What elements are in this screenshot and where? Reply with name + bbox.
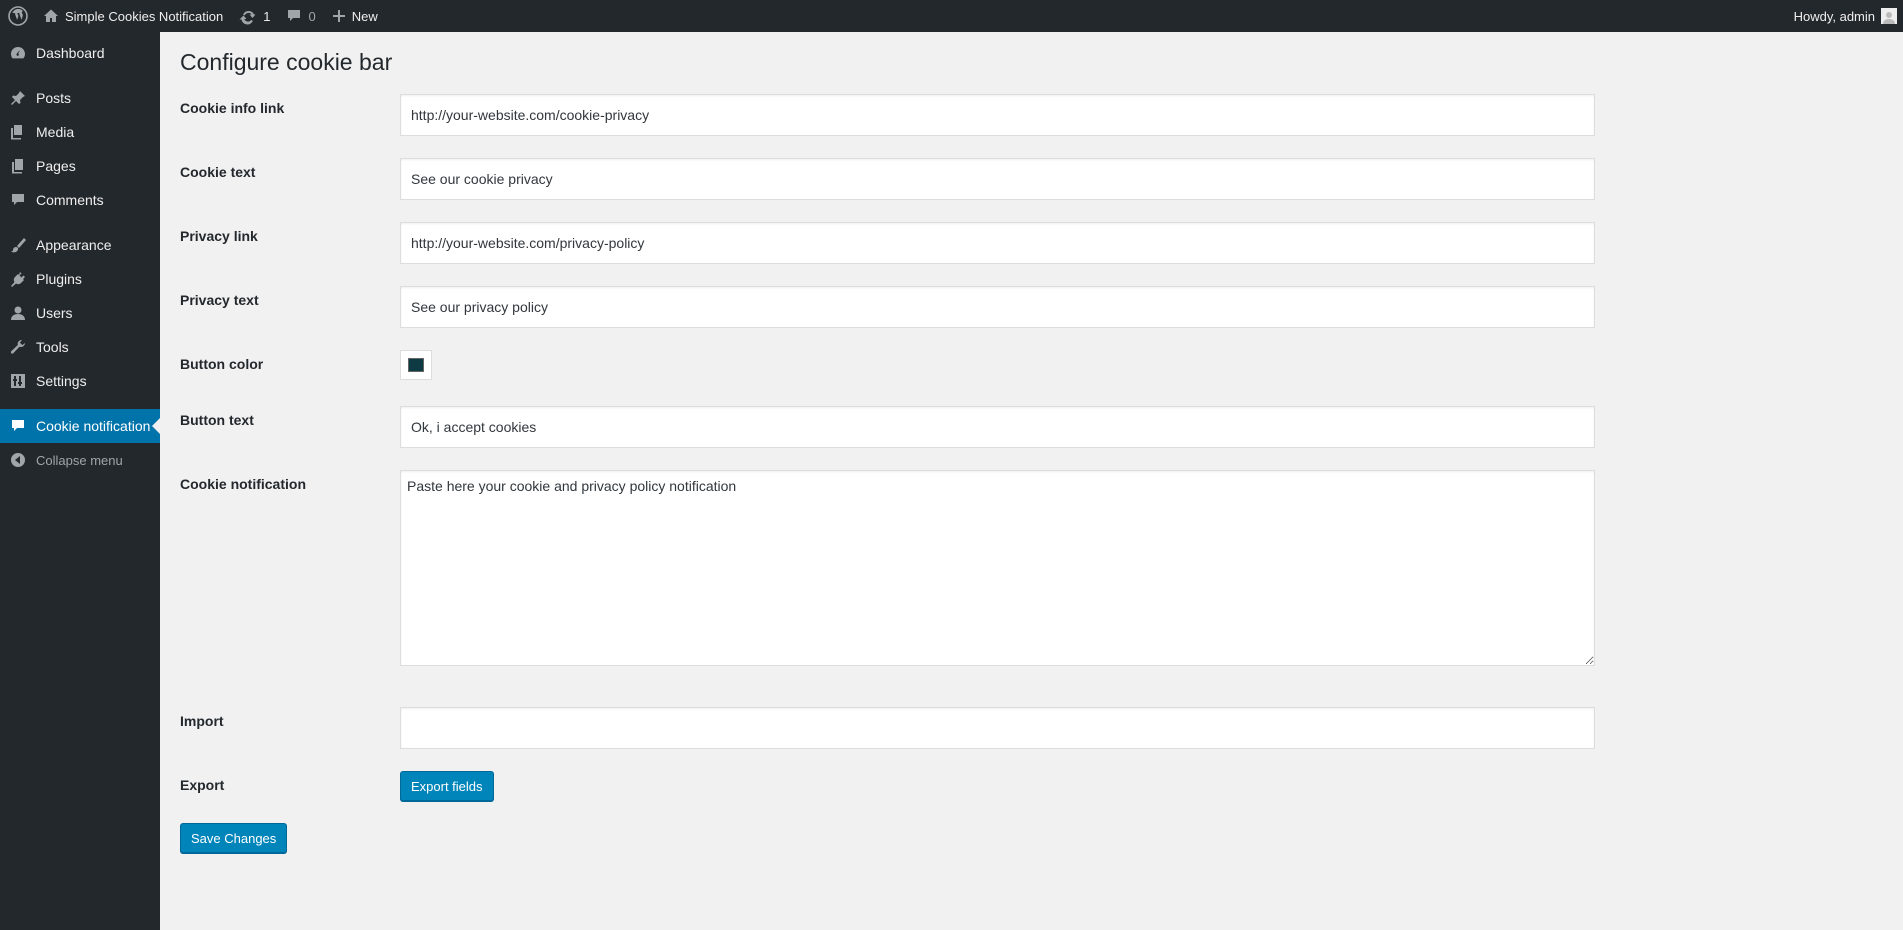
admin-menu: Dashboard Posts Media Pages Comments App… <box>0 32 160 930</box>
sidebar-item-label: Media <box>36 124 75 140</box>
form-row-privacy-link: Privacy link <box>180 214 1600 278</box>
sidebar-item-plugins[interactable]: Plugins <box>0 262 160 296</box>
howdy-text: Howdy, admin <box>1793 8 1875 24</box>
form-row-button-text: Button text <box>180 398 1600 462</box>
sidebar-item-label: Pages <box>36 158 76 174</box>
sidebar-item-cookie-notification[interactable]: Cookie notification <box>0 409 160 443</box>
cookie-notification-label: Cookie notification <box>180 476 306 492</box>
privacy-link-label: Privacy link <box>180 228 258 244</box>
new-label: New <box>351 8 378 24</box>
form-row-cookie-text: Cookie text <box>180 150 1600 214</box>
sidebar-item-label: Dashboard <box>36 45 105 61</box>
form-row-privacy-text: Privacy text <box>180 278 1600 342</box>
sidebar-item-label: Appearance <box>36 237 112 253</box>
color-swatch <box>408 358 424 372</box>
export-fields-button[interactable]: Export fields <box>400 771 494 801</box>
new-content-link[interactable]: New <box>324 0 386 32</box>
cookie-info-link-input[interactable] <box>400 94 1595 136</box>
brush-icon <box>10 237 26 253</box>
sidebar-item-dashboard[interactable]: Dashboard <box>0 36 160 70</box>
sidebar-item-label: Posts <box>36 90 72 106</box>
wordpress-icon <box>8 6 28 26</box>
site-name-link[interactable]: Simple Cookies Notification <box>35 0 231 32</box>
button-color-picker[interactable] <box>400 350 432 380</box>
form-row-export: Export Export fields <box>180 763 1600 815</box>
sidebar-item-settings[interactable]: Settings <box>0 364 160 398</box>
cookie-text-label: Cookie text <box>180 164 256 180</box>
sidebar-item-label: Plugins <box>36 271 82 287</box>
sidebar-item-pages[interactable]: Pages <box>0 149 160 183</box>
button-text-input[interactable] <box>400 406 1595 448</box>
updates-icon <box>239 7 257 25</box>
button-color-label: Button color <box>180 356 264 372</box>
sidebar-item-label: Users <box>36 305 73 321</box>
site-name: Simple Cookies Notification <box>65 8 224 24</box>
sidebar-item-posts[interactable]: Posts <box>0 81 160 115</box>
avatar <box>1881 8 1897 24</box>
wordpress-logo[interactable] <box>0 0 35 32</box>
settings-icon <box>10 373 26 389</box>
media-icon <box>10 124 26 140</box>
sidebar-item-appearance[interactable]: Appearance <box>0 228 160 262</box>
page-title: Configure cookie bar <box>180 49 393 75</box>
user-icon <box>10 305 26 321</box>
privacy-text-label: Privacy text <box>180 292 259 308</box>
collapse-icon <box>10 452 26 468</box>
form-row-cookie-info-link: Cookie info link <box>180 86 1600 150</box>
pages-icon <box>10 158 26 174</box>
privacy-link-input[interactable] <box>400 222 1595 264</box>
import-input[interactable] <box>400 707 1595 749</box>
comments-count: 0 <box>308 8 316 24</box>
sidebar-item-tools[interactable]: Tools <box>0 330 160 364</box>
collapse-menu-button[interactable]: Collapse menu <box>0 443 160 477</box>
admin-bar: Simple Cookies Notification 1 0 New Howd… <box>0 0 1903 32</box>
export-label: Export <box>180 777 225 793</box>
my-account-link[interactable]: Howdy, admin <box>1786 0 1903 32</box>
plug-icon <box>10 271 26 287</box>
sidebar-item-label: Settings <box>36 373 87 389</box>
form-row-button-color: Button color <box>180 342 1600 398</box>
form-row-import: Import <box>180 699 1600 763</box>
form-row-cookie-notification: Cookie notification Paste here your cook… <box>180 462 1600 699</box>
comment-icon <box>286 8 302 24</box>
sidebar-item-media[interactable]: Media <box>0 115 160 149</box>
comments-link[interactable]: 0 <box>278 0 323 32</box>
pin-icon <box>10 90 26 106</box>
home-icon <box>43 8 59 24</box>
dashboard-icon <box>10 45 26 61</box>
plus-icon <box>332 9 346 23</box>
wrench-icon <box>10 339 26 355</box>
button-text-label: Button text <box>180 412 254 428</box>
privacy-text-input[interactable] <box>400 286 1595 328</box>
cookie-text-input[interactable] <box>400 158 1595 200</box>
sidebar-item-label: Collapse menu <box>36 452 123 468</box>
comment-icon <box>10 418 26 434</box>
comment-icon <box>10 192 26 208</box>
sidebar-item-users[interactable]: Users <box>0 296 160 330</box>
sidebar-item-comments[interactable]: Comments <box>0 183 160 217</box>
sidebar-item-label: Cookie notification <box>36 418 151 434</box>
cookie-notification-textarea[interactable]: Paste here your cookie and privacy polic… <box>400 470 1595 666</box>
import-label: Import <box>180 713 224 729</box>
sidebar-item-label: Comments <box>36 192 104 208</box>
cookie-info-link-label: Cookie info link <box>180 100 285 116</box>
updates-count: 1 <box>263 8 271 24</box>
save-changes-button[interactable]: Save Changes <box>180 823 288 853</box>
main-content: Configure cookie bar Cookie info link Co… <box>180 32 1600 853</box>
settings-form: Cookie info link Cookie text Privacy lin… <box>180 86 1600 815</box>
updates-link[interactable]: 1 <box>231 0 278 32</box>
sidebar-item-label: Tools <box>36 339 69 355</box>
